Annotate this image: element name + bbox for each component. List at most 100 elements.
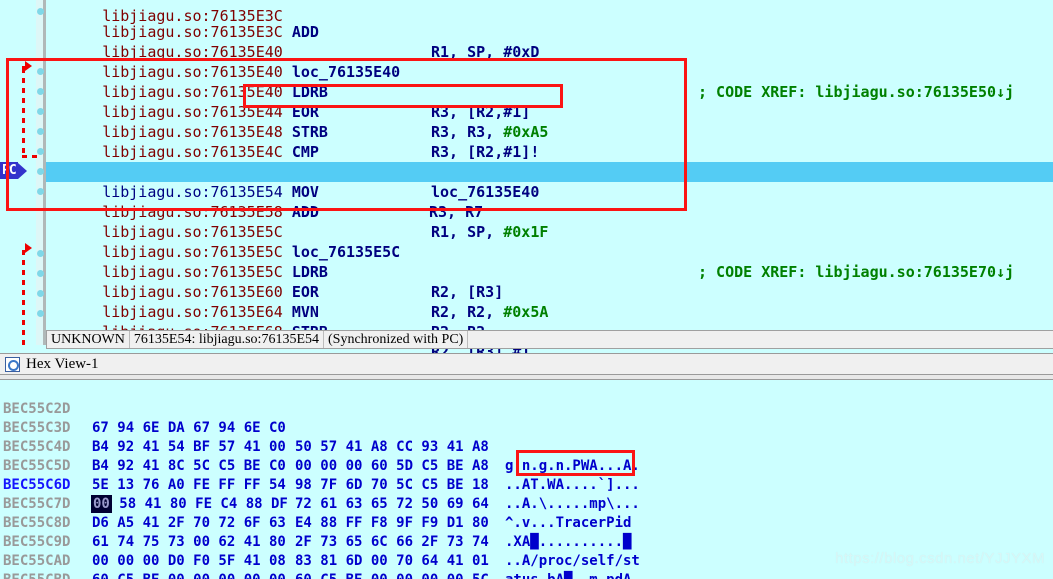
- hex-row-ascii: .XA█..........█: [505, 534, 632, 550]
- code-line-operands: R3, [R2,#1]!: [431, 143, 540, 161]
- code-line[interactable]: libjiagu.so:76135E50 BNE loc_76135E40: [48, 142, 539, 201]
- hex-view-titlebar[interactable]: Hex View-1: [0, 353, 1053, 375]
- code-line-current-pc[interactable]: libjiagu.so:76135E54 MOV R3, R7: [46, 162, 1053, 221]
- loop-arrow-lower-head: [25, 243, 32, 253]
- hex-row-ascii: atus.bA█..m.pdA.: [505, 571, 640, 579]
- code-line-operands: R2, R2,: [431, 303, 504, 321]
- hex-row-bytes-left[interactable]: 5E 13 76 A0 FE FF FF 54: [92, 476, 286, 495]
- code-line[interactable]: libjiagu.so:76135E58 ADD R1, SP, #0x1F: [48, 182, 548, 241]
- disassembly-pane[interactable]: PC libjiagu.so:76135E3C libjiagu.so:7613…: [0, 0, 1053, 353]
- code-line[interactable]: libjiagu.so:76135E40 LDRB R3, [R2,#1]: [48, 62, 530, 121]
- hex-row[interactable]: BEC55CCD 00 00 00 00 00 00 00 00 00 00 0…: [0, 571, 67, 579]
- hex-view-icon: [5, 356, 20, 372]
- hex-row-bytes-left[interactable]: 61 74 75 73 00 62 41 80: [92, 533, 286, 552]
- hex-row-ascii: g.n.g.n.PWA...A.: [505, 458, 640, 474]
- hex-row-ascii: ..A.\.....mp\...: [505, 496, 640, 512]
- code-xref-comment: ; CODE XREF: libjiagu.so:76135E70↓j: [698, 263, 1015, 281]
- pc-marker-label: PC: [0, 162, 18, 179]
- ida-debugger-window: PC libjiagu.so:76135E3C libjiagu.so:7613…: [0, 0, 1053, 579]
- instruction-dot[interactable]: [37, 270, 44, 277]
- code-line[interactable]: libjiagu.so:76135E5C loc_76135E5C ; CODE…: [48, 222, 1014, 281]
- hex-row-bytes-right[interactable]: 60 C5 BE 00 00 00 00 5C: [295, 571, 489, 579]
- code-line[interactable]: libjiagu.so:76135E5C LDRB R2, [R3]: [48, 242, 503, 301]
- hex-row-bytes-right[interactable]: 98 7F 6D 70 5C C5 BE 18: [295, 476, 489, 495]
- code-line-operands: R3, R7: [429, 203, 484, 221]
- instruction-dot[interactable]: [37, 68, 44, 75]
- loop-arrow-lower: [22, 250, 25, 345]
- hex-view-header-separator: [0, 375, 1053, 380]
- hex-row-selected[interactable]: BEC55C6D 00 58 41 80 FE C4 88 DF E4 88 F…: [0, 457, 631, 550]
- hex-row-bytes-left[interactable]: B4 92 41 8C 5C C5 BE C0: [92, 457, 286, 476]
- hex-row-bytes-right[interactable]: 72 61 63 65 72 50 69 64: [295, 495, 489, 514]
- instruction-dot[interactable]: [37, 108, 44, 115]
- code-line-operands[interactable]: loc_76135E40: [431, 183, 539, 201]
- code-line[interactable]: libjiagu.so:76135E4C CMP R2, R1: [48, 122, 485, 181]
- hex-row[interactable]: BEC55C5D 5E 13 76 A0 FE FF FF 54 72 61 6…: [0, 438, 631, 531]
- instruction-dot[interactable]: [37, 250, 44, 257]
- hex-row-ascii: ..AT.WA....`]...: [505, 477, 640, 493]
- code-line-operands: R3, [R2,#1]: [431, 103, 531, 121]
- code-line-mnemonic: ADD: [291, 203, 319, 221]
- instruction-dot[interactable]: [37, 88, 44, 95]
- hex-row-bytes-left[interactable]: B4 92 41 54 BF 57 41 00: [92, 438, 286, 457]
- hex-row[interactable]: BEC55C2D 67 94 6E DA 67 94 6E C0 50 57 4…: [0, 381, 640, 474]
- code-line-operands: R1, SP,: [431, 223, 504, 241]
- loop-arrow-upper-head: [25, 61, 32, 71]
- code-line-immediate: #0xA5: [503, 123, 549, 141]
- hex-row[interactable]: BEC55C4D B4 92 41 8C 5C C5 BE C0 98 7F 6…: [0, 419, 640, 512]
- code-line[interactable]: libjiagu.so:76135E60 EOR R2, R2, #0x5A: [48, 262, 548, 321]
- hex-row-bytes-left[interactable]: 00 58 41 80 FE C4 88 DF: [91, 495, 288, 514]
- hex-row[interactable]: BEC55C9D 00 00 00 D0 F0 5F 41 08 60 C5 B…: [0, 514, 489, 579]
- code-line-immediate: #0x5A: [503, 303, 549, 321]
- status-address: 76135E54: libjiagu.so:76135E54: [130, 331, 324, 348]
- instruction-dot[interactable]: [37, 8, 44, 15]
- disassembly-status-bar: UNKNOWN 76135E54: libjiagu.so:76135E54 (…: [46, 330, 1053, 349]
- hex-row[interactable]: BEC55C7D D6 A5 41 2F 70 72 6F 63 2F 73 6…: [0, 476, 640, 569]
- hex-row[interactable]: BEC55C3D B4 92 41 54 BF 57 41 00 00 00 0…: [0, 400, 640, 493]
- hex-row-bytes-left[interactable]: 00 00 00 D0 F0 5F 41 08: [92, 552, 286, 571]
- instruction-dot[interactable]: [37, 148, 44, 155]
- pc-marker: PC: [0, 161, 27, 180]
- code-line-immediate: #0x1F: [503, 223, 549, 241]
- pc-marker-arrow-icon: [17, 162, 27, 179]
- code-line[interactable]: libjiagu.so:76135E48 STRB R3, [R2,#1]!: [48, 102, 539, 161]
- instruction-dot[interactable]: [37, 310, 44, 317]
- code-line[interactable]: libjiagu.so:76135E5C: [48, 202, 283, 241]
- hex-row-bytes-right[interactable]: 00 00 00 60 5D C5 BE A8: [295, 457, 489, 476]
- code-line-mnemonic: ADD: [291, 23, 319, 41]
- code-line[interactable]: libjiagu.so:76135E40: [48, 22, 283, 61]
- hex-row-bytes-right[interactable]: 50 57 41 A8 CC 93 41 A8: [295, 438, 489, 457]
- hex-view-pane[interactable]: Hex View-1 BEC55C2D 67 94 6E DA 67 94 6E…: [0, 353, 1053, 579]
- hex-row-bytes-left[interactable]: D6 A5 41 2F 70 72 6F 63: [92, 514, 286, 533]
- hex-row-bytes-left[interactable]: 60 C5 BE 00 00 00 00 00: [92, 571, 286, 579]
- selected-byte[interactable]: 00: [91, 495, 112, 513]
- hex-row[interactable]: BEC55CBD 00 00 00 84 73 16 40 00 00 00 0…: [0, 552, 70, 579]
- hex-row-bytes-right[interactable]: 83 81 6D 00 70 64 41 01: [295, 552, 489, 571]
- hex-row[interactable]: BEC55CAD 60 C5 BE 00 00 00 00 00 00 00 0…: [0, 533, 286, 579]
- code-line[interactable]: libjiagu.so:76135E64 MVN R2, R2: [48, 282, 485, 341]
- instruction-dot[interactable]: [37, 168, 44, 175]
- status-sync: (Synchronized with PC): [324, 331, 469, 348]
- instruction-dot[interactable]: [37, 290, 44, 297]
- hex-row-bytes-right[interactable]: 2F 73 65 6C 66 2F 73 74: [295, 533, 489, 552]
- hex-view-title: Hex View-1: [26, 355, 99, 372]
- code-line-operands: R2, [R3]: [431, 283, 504, 301]
- code-line-operands: R3, R3,: [431, 123, 504, 141]
- instruction-dot[interactable]: [37, 188, 44, 195]
- hex-row-bytes-right[interactable]: E4 88 FF F8 9F F9 D1 80: [295, 514, 489, 533]
- loop-arrow-upper-hook-bottom: [22, 155, 40, 158]
- hex-row-bytes-left[interactable]: 67 94 6E DA 67 94 6E C0: [92, 419, 286, 438]
- code-line[interactable]: libjiagu.so:76135E40 loc_76135E40 ; CODE…: [48, 42, 1014, 101]
- code-line[interactable]: libjiagu.so:76135E44 EOR R3, R3, #0xA5: [48, 82, 548, 141]
- status-segment: UNKNOWN: [47, 331, 130, 348]
- code-line[interactable]: libjiagu.so:76135E68 STRB R2, [R3],#1: [48, 302, 530, 353]
- code-line[interactable]: libjiagu.so:76135E3C ADD R1, SP, #0xD: [48, 2, 539, 61]
- hex-row-ascii: ..A/proc/self/st: [505, 553, 640, 569]
- loop-arrow-upper: [22, 68, 25, 158]
- hex-row[interactable]: BEC55C8D 61 74 75 73 00 62 41 80 83 81 6…: [0, 495, 640, 579]
- watermark: https://blog.csdn.net/YJJYXM: [835, 550, 1045, 567]
- instruction-dot[interactable]: [37, 128, 44, 135]
- code-xref-comment: ; CODE XREF: libjiagu.so:76135E50↓j: [698, 83, 1015, 101]
- code-line-operands: R1, SP, #0xD: [431, 43, 540, 61]
- hex-row-ascii-tracerpid: ^.v...TracerPid: [505, 515, 632, 531]
